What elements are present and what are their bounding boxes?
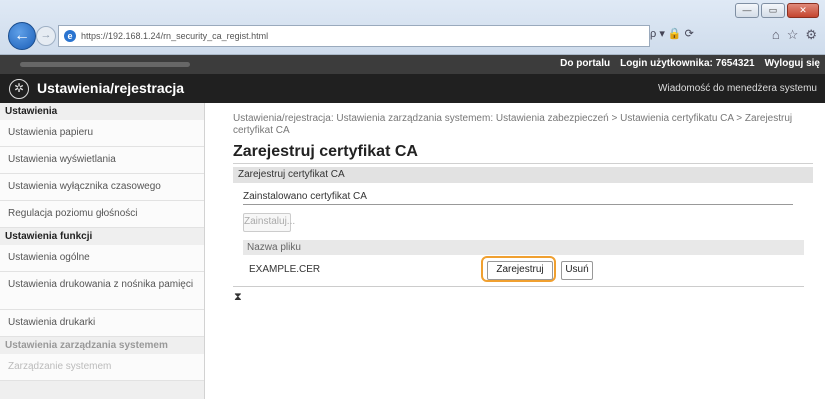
sidebar-item-general[interactable]: Ustawienia ogólne [0, 245, 204, 272]
file-name-column-header: Nazwa pliku [243, 240, 804, 255]
settings-icon[interactable]: ⚙ [805, 27, 817, 43]
message-to-admin-link[interactable]: Wiadomość do menedżera systemu [658, 83, 817, 94]
sidebar-item-paper[interactable]: Ustawienia papieru [0, 120, 204, 147]
portal-link[interactable]: Do portalu [560, 58, 610, 69]
app-titlebar: ✲ Ustawienia/rejestracja Wiadomość do me… [0, 74, 825, 103]
sidebar-item-timer[interactable]: Ustawienia wyłącznika czasowego [0, 174, 204, 201]
content-divider [233, 286, 804, 287]
address-bar[interactable]: e https://192.168.1.24/rn_security_ca_re… [58, 25, 650, 47]
browser-icons: ⌂ ☆ ⚙ [772, 27, 817, 43]
sidebar-section-system[interactable]: Ustawienia zarządzania systemem [0, 337, 204, 354]
address-tools[interactable]: ρ ▾ 🔒 ⟳ [650, 27, 694, 40]
site-icon: e [64, 30, 76, 42]
sidebar: Ustawienia Ustawienia papieru Ustawienia… [0, 103, 205, 399]
device-info-blurred [20, 62, 190, 67]
window-controls: — ▭ ✕ [735, 3, 819, 18]
sidebar-section-functions: Ustawienia funkcji [5, 231, 93, 242]
installed-cert-header: Zainstalowano certyfikat CA [243, 191, 793, 205]
login-label: Login użytkownika: [620, 58, 713, 69]
file-name: EXAMPLE.CER [249, 264, 321, 275]
install-button: Zainstaluj... [243, 213, 295, 232]
login-value: 7654321 [715, 58, 755, 69]
sidebar-item-system-management[interactable]: Zarządzanie systemem [0, 354, 204, 381]
minimize-button[interactable]: — [735, 3, 759, 18]
register-button[interactable]: Zarejestruj [487, 261, 553, 280]
favorites-icon[interactable]: ☆ [787, 27, 799, 43]
section-header: Zarejestruj certyfikat CA [233, 167, 813, 183]
settings-logo-icon: ✲ [9, 79, 29, 99]
browser-chrome: — ▭ ✕ ← → e https://192.168.1.24/rn_secu… [0, 0, 825, 55]
forward-button[interactable]: → [36, 26, 56, 46]
sidebar-item-media-print[interactable]: Ustawienia drukowania z nośnika pamięci [0, 272, 204, 310]
sidebar-item-display[interactable]: Ustawienia wyświetlania [0, 147, 204, 174]
address-url: https://192.168.1.24/rn_security_ca_regi… [81, 31, 269, 41]
sidebar-section-settings: Ustawienia [5, 106, 58, 117]
sidebar-item-printer[interactable]: Ustawienia drukarki [0, 310, 204, 337]
app-topbar: Do portalu Login użytkownika: 7654321 Wy… [0, 55, 825, 74]
back-button[interactable]: ← [8, 22, 36, 50]
logout-link[interactable]: Wyloguj się [765, 58, 820, 69]
home-icon[interactable]: ⌂ [772, 27, 780, 43]
sidebar-item-volume[interactable]: Regulacja poziomu głośności [0, 201, 204, 228]
breadcrumb: Ustawienia/rejestracja: Ustawienia zarzą… [233, 113, 793, 136]
file-row: EXAMPLE.CER Zarejestruj Usuń [243, 256, 804, 282]
back-to-top-icon[interactable]: ⧗ [234, 291, 813, 304]
maximize-button[interactable]: ▭ [761, 3, 785, 18]
title-divider [233, 163, 813, 164]
page-title: Zarejestruj certyfikat CA [233, 143, 418, 160]
close-window-button[interactable]: ✕ [787, 3, 819, 18]
address-tools-icons[interactable]: ρ ▾ 🔒 ⟳ [650, 27, 694, 40]
app-title: Ustawienia/rejestracja [37, 80, 185, 96]
main-content: Ustawienia/rejestracja: Ustawienia zarzą… [233, 113, 813, 304]
delete-button[interactable]: Usuń [561, 261, 593, 280]
